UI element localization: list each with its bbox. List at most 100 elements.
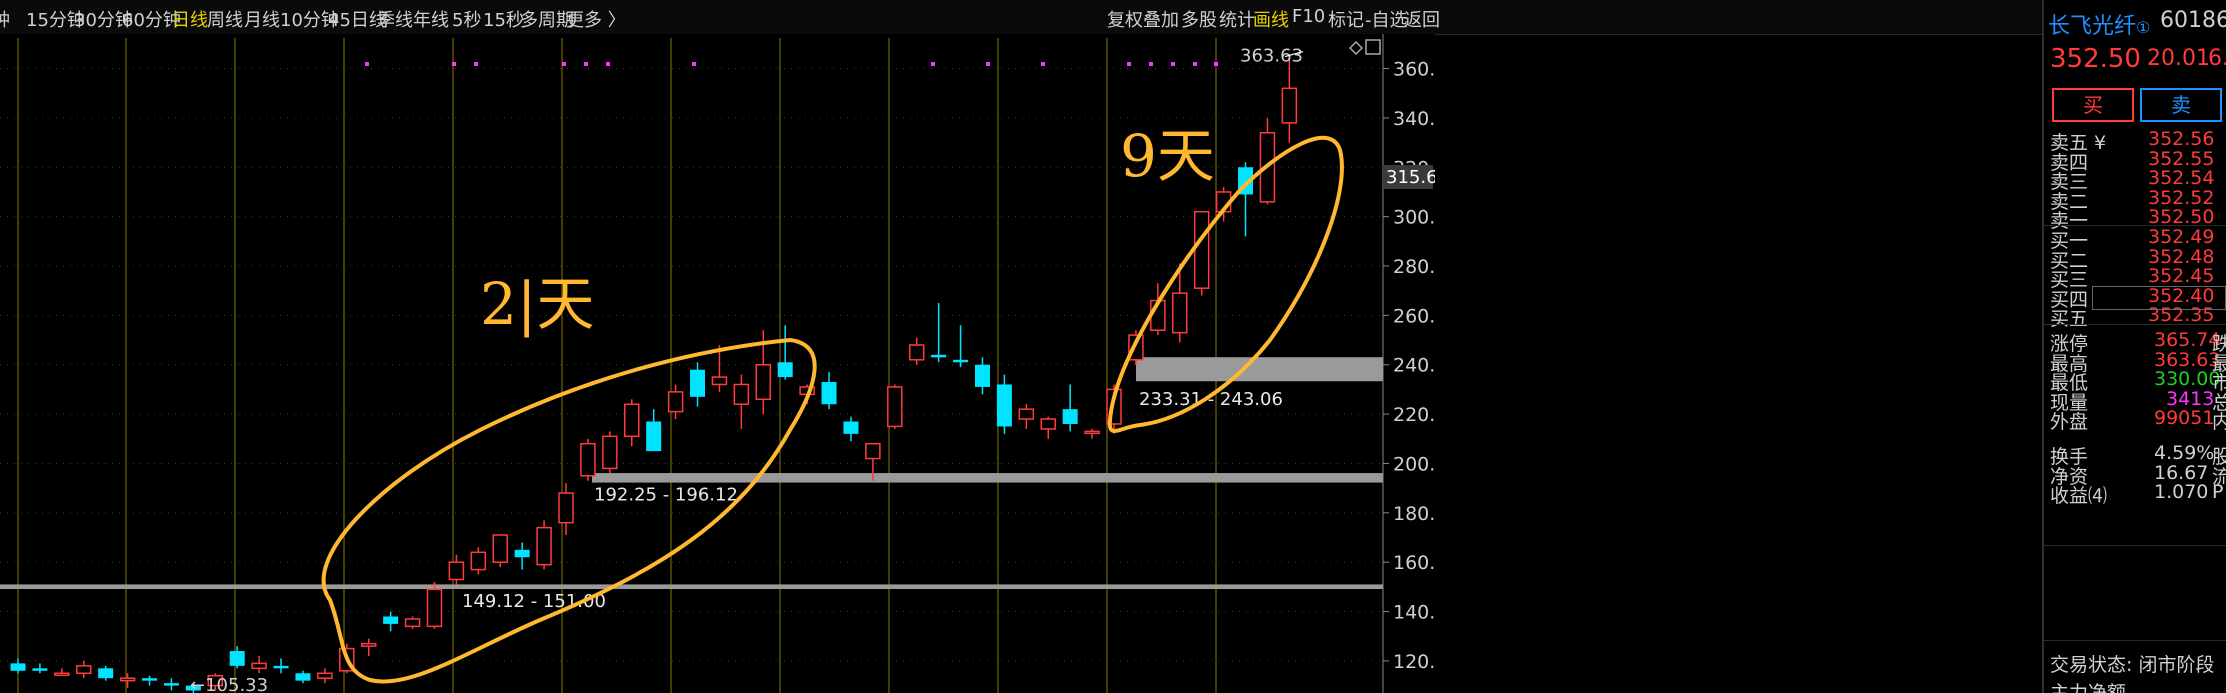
sell-button[interactable]: 卖 xyxy=(2140,88,2222,122)
candle-body-down xyxy=(98,668,114,679)
candle-body-up xyxy=(536,526,552,566)
candle-body-up xyxy=(54,672,70,677)
event-marker xyxy=(452,62,456,66)
stock-name-text: 长飞光纤 xyxy=(2048,14,2137,39)
stats-divider xyxy=(2044,324,2226,325)
candle-body-up xyxy=(908,344,925,361)
tool-button-7[interactable]: -自选 xyxy=(1365,6,1408,32)
annotation-label-right: 9天 xyxy=(1120,122,1215,190)
zone-label: 233.31 - 243.06 xyxy=(1139,389,1283,410)
y-tick-label: 240.0 xyxy=(1393,355,1435,377)
tool-button-0[interactable]: 复权 xyxy=(1107,6,1143,32)
candle-body-up xyxy=(448,561,465,581)
candle-body-up xyxy=(865,442,881,460)
candle-body-up xyxy=(404,618,421,628)
candle-body-up xyxy=(887,386,903,428)
candle-body-down xyxy=(974,364,990,387)
period-tab-10[interactable]: 年线 xyxy=(413,6,449,32)
candle-body-up xyxy=(426,588,443,628)
price-change: 20.01 xyxy=(2147,46,2210,71)
buy-button-label: 买 xyxy=(2083,93,2103,117)
current-price-label: 315.67 xyxy=(1386,167,1435,188)
stats-mid-divider xyxy=(2044,545,2226,546)
event-marker xyxy=(986,62,990,66)
y-tick-label: 360.0 xyxy=(1393,59,1435,81)
price-zone xyxy=(0,584,1383,590)
candle-body-up xyxy=(558,492,574,524)
y-tick-label: 160.0 xyxy=(1393,552,1435,574)
period-tab-9[interactable]: 季线 xyxy=(377,6,413,32)
tool-button-1[interactable]: 叠加 xyxy=(1143,6,1179,32)
y-tick-label: 220.0 xyxy=(1393,404,1435,426)
candle-body-up xyxy=(360,642,377,647)
price-zone xyxy=(592,473,1383,483)
tool-button-5[interactable]: F10 xyxy=(1292,6,1325,27)
candle-body-down xyxy=(163,683,179,686)
y-tick-label: 140.0 xyxy=(1393,602,1435,624)
y-tick-label: 200.0 xyxy=(1393,453,1435,475)
candle-body-up xyxy=(711,376,728,386)
period-tab-5[interactable]: 周线 xyxy=(207,6,243,32)
candle-body-down xyxy=(821,382,837,405)
period-tab-14[interactable]: 更多 〉 xyxy=(566,6,626,32)
tool-button-2[interactable]: 多股 xyxy=(1181,6,1217,32)
main-flow-label: 主力净额 xyxy=(2050,682,2127,693)
buy-button[interactable]: 买 xyxy=(2052,88,2134,122)
tool-button-4[interactable]: 画线 xyxy=(1253,6,1289,32)
candle-body-down xyxy=(514,549,530,558)
candle-body-down xyxy=(295,673,311,681)
candlestick-chart: 120.0 140.0 160.0 180.0 200.0 220.0 240.0 260.0… xyxy=(0,34,1435,693)
period-tab-0[interactable]: 分钟 xyxy=(0,6,10,32)
event-marker xyxy=(584,62,588,66)
candle-body-up xyxy=(1040,418,1056,430)
candle-body-up xyxy=(1172,292,1188,334)
event-marker xyxy=(365,62,369,66)
event-marker xyxy=(1041,62,1045,66)
candle-body-up xyxy=(119,677,136,682)
event-marker xyxy=(1127,62,1131,66)
candle-body-down xyxy=(273,665,289,669)
candle-body-down xyxy=(646,421,662,452)
period-tab-11[interactable]: 5秒 xyxy=(452,6,481,32)
candle-body-up xyxy=(602,435,618,470)
stat-row: 外盘 99051内 xyxy=(2044,407,2226,434)
event-marker xyxy=(562,62,566,66)
event-marker xyxy=(692,62,696,66)
event-marker xyxy=(474,62,478,66)
y-tick-label: 300.0 xyxy=(1393,207,1435,229)
price-change-pct: 6.0 xyxy=(2208,46,2226,71)
candle-body-down xyxy=(229,651,245,666)
candle-body-up xyxy=(667,391,684,413)
candle-body-down xyxy=(690,369,706,397)
period-toolbar: 分钟15分钟30分钟60分钟日线周线月线10分钟45日线季线年线5秒15秒多周期… xyxy=(0,0,2048,35)
candle-body-down xyxy=(10,663,26,671)
stat-label: 外盘 xyxy=(2050,411,2089,434)
selected-quote-box xyxy=(2092,286,2226,310)
quote-panel: 长飞光纤① 601869 352.50 20.01 6.0 买 卖 卖五 ¥35… xyxy=(2042,0,2226,693)
candle-body-up xyxy=(755,363,772,401)
candle-body-down xyxy=(931,354,947,358)
candle-body-up xyxy=(251,662,267,670)
period-tab-12[interactable]: 15秒 xyxy=(483,6,524,32)
candle-body-up xyxy=(580,442,596,477)
high-price-label: 363.63 xyxy=(1240,46,1303,67)
zone-label: 192.25 - 196.12 xyxy=(594,485,738,506)
trade-state: 交易状态: 闭市阶段 xyxy=(2050,654,2215,676)
sell-button-label: 卖 xyxy=(2171,93,2191,117)
annotation-label-left: 2|天 xyxy=(480,270,594,338)
tool-button-6[interactable]: 标记 xyxy=(1328,6,1364,32)
candle-body-up xyxy=(1193,210,1210,289)
event-marker xyxy=(1214,62,1218,66)
candle-body-up xyxy=(733,383,750,405)
tool-button-8[interactable]: 返回 xyxy=(1404,6,1440,32)
candle-body-up xyxy=(1018,408,1035,420)
stock-name[interactable]: 长飞光纤① xyxy=(2048,8,2150,40)
period-tab-4[interactable]: 日线 xyxy=(172,6,208,32)
candle-body-up xyxy=(1084,430,1100,435)
event-marker xyxy=(1193,62,1197,66)
y-tick-label: 120.0 xyxy=(1393,651,1435,673)
period-tab-6[interactable]: 月线 xyxy=(244,6,280,32)
candle-body-up xyxy=(1281,87,1298,124)
orderbook-divider xyxy=(2044,225,2226,226)
tool-button-3[interactable]: 统计 xyxy=(1219,6,1255,32)
